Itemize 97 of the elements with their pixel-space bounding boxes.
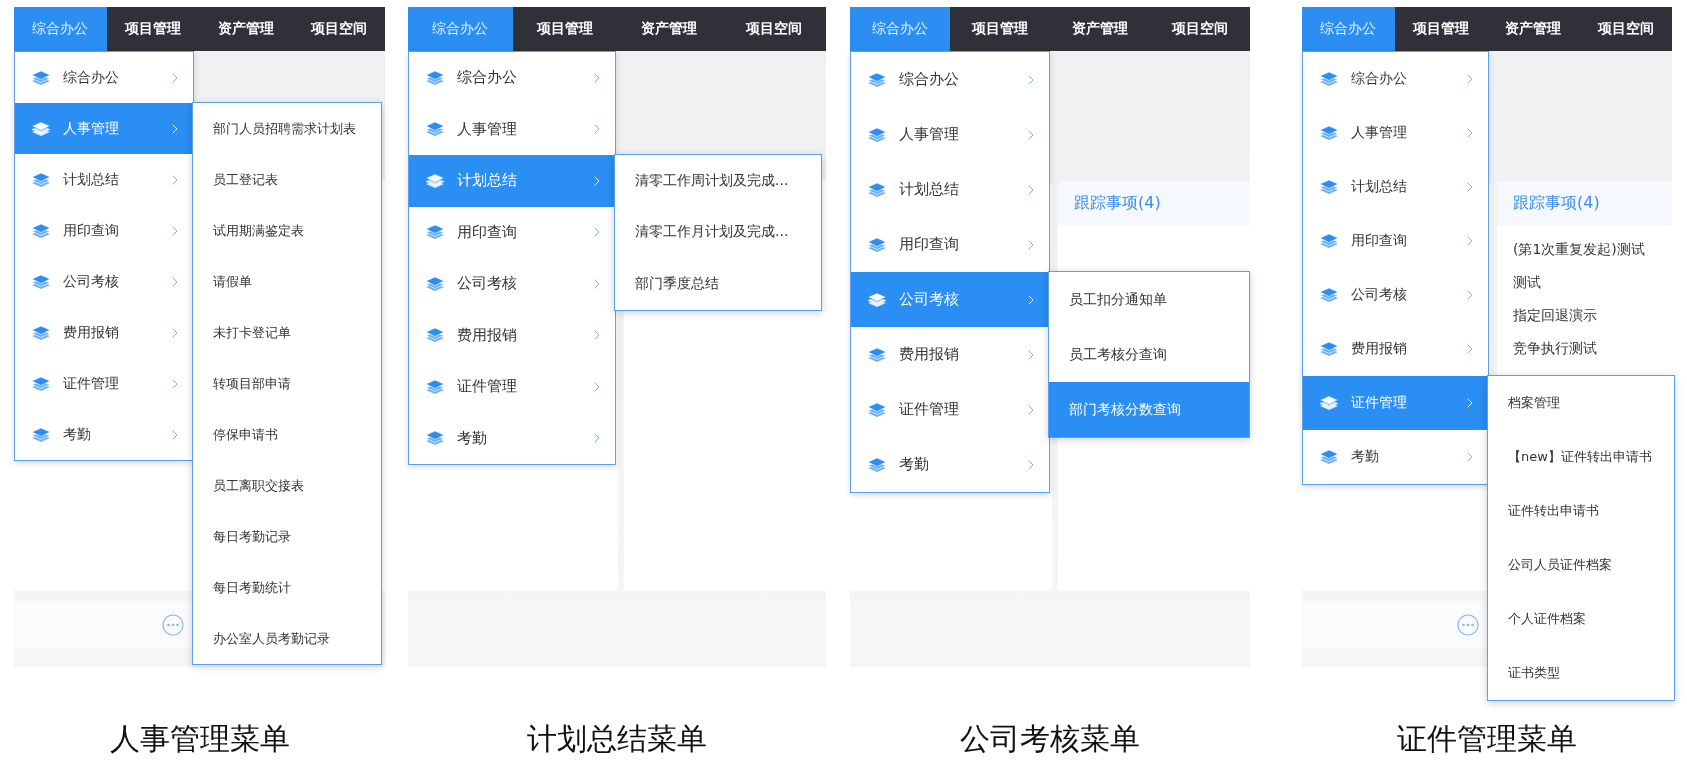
- card-title: 跟踪事项(4): [1497, 181, 1672, 225]
- menu-item[interactable]: 费用报销: [1303, 322, 1488, 376]
- menu-item[interactable]: 人事管理: [409, 103, 615, 155]
- nav-tab[interactable]: 项目空间: [1150, 7, 1250, 51]
- menu-item[interactable]: 考勤: [409, 412, 615, 464]
- submenu-item[interactable]: 部门人员招聘需求计划表: [193, 103, 381, 154]
- submenu-item[interactable]: 每日考勤记录: [193, 511, 381, 562]
- nav-tab[interactable]: 资产管理: [617, 7, 722, 51]
- layers-icon: [1319, 341, 1339, 357]
- layers-icon: [867, 291, 887, 308]
- submenu-item[interactable]: 每日考勤统计: [193, 562, 381, 613]
- menu-item[interactable]: 证件管理: [409, 361, 615, 413]
- caption: 计划总结菜单: [526, 720, 708, 758]
- submenu-item[interactable]: 清零工作周计划及完成...: [615, 155, 821, 207]
- nav-tab[interactable]: 资产管理: [199, 7, 293, 51]
- menu-item[interactable]: 考勤: [851, 437, 1049, 492]
- layers-icon: [867, 401, 887, 418]
- menu-item[interactable]: 综合办公: [851, 52, 1049, 107]
- menu-item[interactable]: 用印查询: [1303, 214, 1488, 268]
- submenu-item[interactable]: 转项目部申请: [193, 358, 381, 409]
- layers-icon: [31, 426, 51, 443]
- menu-item[interactable]: 考勤: [1303, 430, 1488, 484]
- layers-icon: [1319, 125, 1339, 141]
- submenu-item[interactable]: 办公室人员考勤记录: [193, 613, 381, 664]
- nav-tab[interactable]: 项目空间: [292, 7, 385, 51]
- layers-icon: [425, 275, 445, 292]
- menu-item[interactable]: 公司考核: [1303, 268, 1488, 322]
- menu-item[interactable]: 计划总结: [851, 162, 1049, 217]
- more-icon[interactable]: [162, 614, 184, 636]
- nav-tab[interactable]: 项目空间: [721, 7, 826, 51]
- layers-icon: [31, 171, 51, 188]
- layers-icon: [1319, 179, 1339, 195]
- layers-icon: [31, 222, 51, 239]
- menu-item[interactable]: 综合办公: [1303, 52, 1488, 106]
- submenu-item[interactable]: 证件转出申请书: [1488, 484, 1674, 538]
- nav-tab[interactable]: 资产管理: [1050, 7, 1150, 51]
- layers-icon: [425, 378, 445, 395]
- layers-icon: [425, 430, 445, 447]
- submenu-item[interactable]: 员工扣分通知单: [1049, 272, 1249, 327]
- tracking-item[interactable]: 竞争执行测试: [1497, 332, 1672, 365]
- menu-item[interactable]: 计划总结: [1303, 160, 1488, 214]
- more-icon[interactable]: [1457, 614, 1479, 636]
- layers-icon: [31, 375, 51, 392]
- layers-icon: [867, 181, 887, 198]
- layers-icon: [425, 327, 445, 344]
- layers-icon: [867, 236, 887, 253]
- nav-tab[interactable]: 项目管理: [512, 7, 617, 51]
- submenu-item[interactable]: 部门季度总结: [615, 258, 821, 310]
- submenu-item[interactable]: 员工登记表: [193, 154, 381, 205]
- layers-icon: [425, 224, 445, 241]
- submenu-item[interactable]: 试用期满鉴定表: [193, 205, 381, 256]
- layers-icon: [867, 126, 887, 143]
- caption: 公司考核菜单: [959, 720, 1141, 758]
- menu-item[interactable]: 人事管理: [1303, 106, 1488, 160]
- submenu-item[interactable]: 档案管理: [1488, 376, 1674, 430]
- nav-tab[interactable]: 项目空间: [1579, 7, 1672, 51]
- caption: 证件管理菜单: [1396, 720, 1578, 758]
- submenu-item[interactable]: 请假单: [193, 256, 381, 307]
- layers-icon: [425, 69, 445, 86]
- nav-tab[interactable]: 项目管理: [106, 7, 200, 51]
- layers-icon: [867, 71, 887, 88]
- layers-icon: [867, 456, 887, 473]
- menu-item[interactable]: 人事管理: [851, 107, 1049, 162]
- caption: 人事管理菜单: [108, 720, 291, 758]
- menu-item[interactable]: 综合办公: [15, 52, 193, 103]
- menu-item[interactable]: 费用报销: [409, 309, 615, 361]
- layers-icon: [867, 346, 887, 363]
- menu-item[interactable]: 用印查询: [851, 217, 1049, 272]
- submenu-item[interactable]: 清零工作月计划及完成...: [615, 206, 821, 258]
- layers-icon: [1319, 71, 1339, 87]
- tracking-item[interactable]: 测试: [1497, 266, 1672, 299]
- menu-item[interactable]: 综合办公: [409, 52, 615, 104]
- layers-icon: [1319, 395, 1339, 411]
- submenu-item[interactable]: 【new】证件转出申请书: [1488, 430, 1674, 484]
- layers-icon: [31, 69, 51, 86]
- submenu-item[interactable]: 员工考核分查询: [1049, 327, 1249, 382]
- layers-icon: [31, 273, 51, 290]
- layers-icon: [425, 172, 445, 189]
- submenu-item[interactable]: 未打卡登记单: [193, 307, 381, 358]
- layers-icon: [1319, 287, 1339, 303]
- tracking-item[interactable]: (第1次重复发起)测试: [1497, 233, 1672, 266]
- nav-tab[interactable]: 项目管理: [1394, 7, 1487, 51]
- submenu-item[interactable]: 证书类型: [1488, 646, 1674, 700]
- submenu-item[interactable]: 停保申请书: [193, 409, 381, 460]
- submenu-item[interactable]: 公司人员证件档案: [1488, 538, 1674, 592]
- layers-icon: [425, 121, 445, 138]
- nav-tab[interactable]: 项目管理: [950, 7, 1050, 51]
- menu-item[interactable]: 考勤: [15, 409, 193, 460]
- submenu-item[interactable]: 员工离职交接表: [193, 460, 381, 511]
- submenu-item[interactable]: 个人证件档案: [1488, 592, 1674, 646]
- tracking-item[interactable]: 指定回退演示: [1497, 299, 1672, 332]
- layers-icon: [1319, 233, 1339, 249]
- nav-tab[interactable]: 资产管理: [1487, 7, 1580, 51]
- layers-icon: [31, 324, 51, 341]
- layers-icon: [1319, 449, 1339, 465]
- card-title: 跟踪事项(4): [1058, 181, 1250, 225]
- layers-icon: [31, 120, 51, 137]
